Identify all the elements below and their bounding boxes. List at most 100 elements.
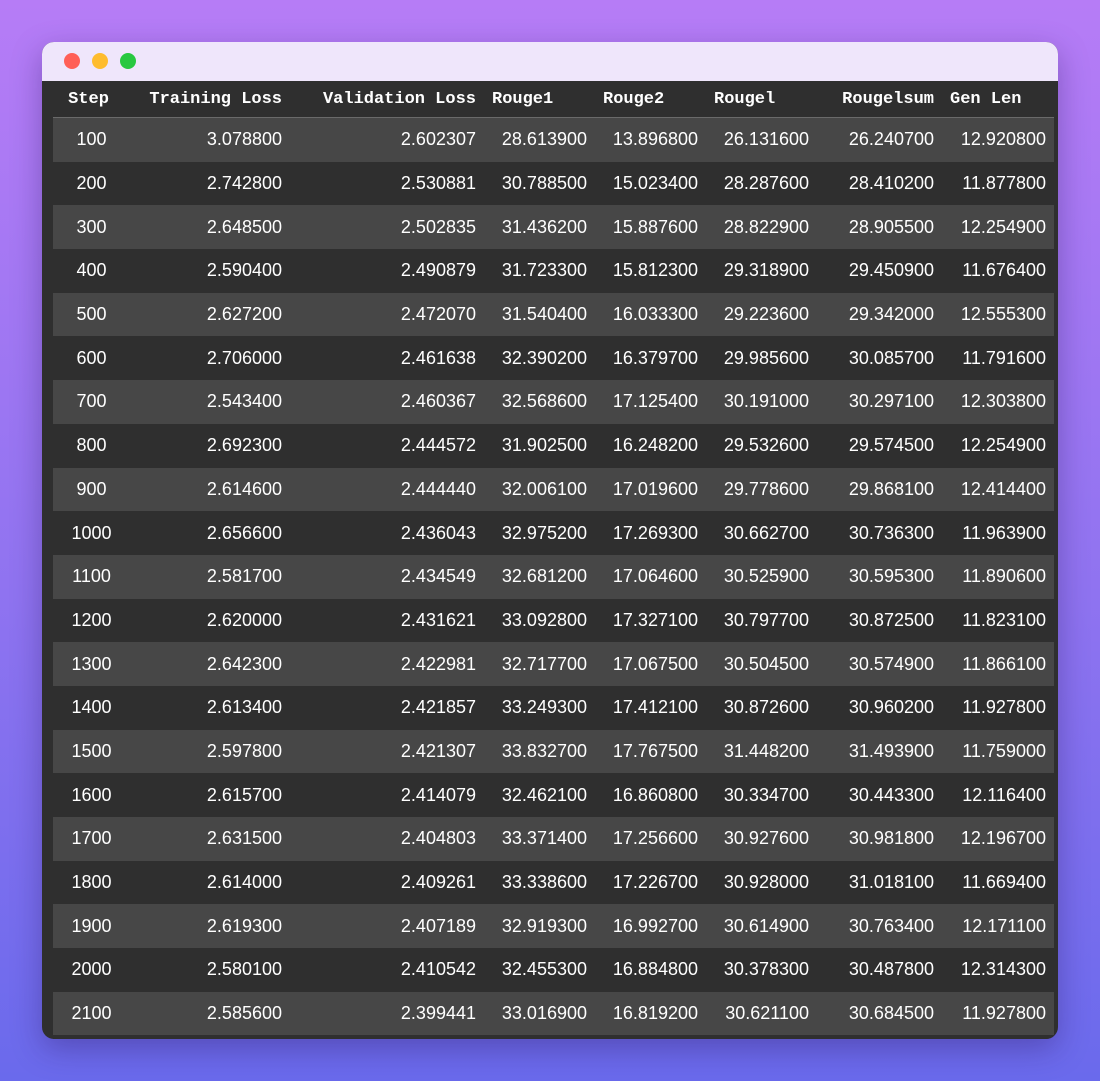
cell-rouge2: 16.992700 <box>612 915 698 936</box>
cell-rougelsum: 30.297100 <box>848 391 934 412</box>
cell-step: 2100 <box>71 1003 112 1024</box>
cell-rouge2: 17.327100 <box>612 609 698 630</box>
cell-rougelsum: 30.443300 <box>848 784 934 805</box>
cell-rougelsum: 30.960200 <box>848 697 934 718</box>
table-row[interactable]: 2000 2.580100 2.410542 32.455300 16.884800 30… <box>53 948 1054 992</box>
cell-training-loss: 2.656600 <box>206 522 282 543</box>
cell-step: 900 <box>76 478 107 499</box>
cell-rouge1: 32.975200 <box>501 522 587 543</box>
minimize-window-button[interactable] <box>92 53 108 69</box>
cell-rougelsum: 30.574900 <box>848 653 934 674</box>
cell-step: 200 <box>76 173 107 194</box>
cell-gen-len: 11.890600 <box>962 566 1046 587</box>
cell-gen-len: 12.196700 <box>960 828 1046 849</box>
table-row[interactable]: 1100 2.581700 2.434549 32.681200 17.064600 30… <box>53 554 1054 599</box>
cell-rouge1: 31.540400 <box>501 304 587 325</box>
column-header-training-loss[interactable]: Training Loss <box>118 81 290 118</box>
table-row[interactable]: 400 2.590400 2.490879 31.723300 15.812300 29.… <box>53 249 1054 293</box>
cell-rouge1: 30.788500 <box>501 173 587 194</box>
cell-rouge1: 33.249300 <box>501 697 587 718</box>
cell-validation-loss: 2.436043 <box>400 522 476 543</box>
table-row[interactable]: 1200 2.620000 2.431621 33.092800 17.327100 30… <box>53 598 1054 643</box>
cell-training-loss: 2.642300 <box>206 653 282 674</box>
table-row[interactable]: 1700 2.631500 2.404803 33.371400 17.256600 30… <box>53 817 1054 861</box>
cell-rougel: 29.778600 <box>723 478 809 499</box>
table-row[interactable]: 300 2.648500 2.502835 31.436200 15.887600 28.… <box>53 205 1054 250</box>
cell-validation-loss: 2.409261 <box>400 872 476 893</box>
table-row[interactable]: 900 2.614600 2.444440 32.006100 17.019600 29.… <box>53 467 1054 512</box>
table-header-row: Step Training Loss Validation Loss Rouge… <box>53 81 1054 118</box>
training-results-table: Step Training Loss Validation Loss Rouge… <box>53 81 1054 1036</box>
cell-rouge2: 16.248200 <box>612 435 698 456</box>
cell-rouge1: 31.723300 <box>501 260 587 281</box>
cell-rougelsum: 30.763400 <box>848 915 934 936</box>
cell-rougelsum: 31.493900 <box>848 740 934 761</box>
cell-step: 1600 <box>71 784 112 805</box>
cell-rougelsum: 30.736300 <box>848 522 934 543</box>
cell-rougel: 30.927600 <box>723 828 809 849</box>
close-window-button[interactable] <box>64 53 80 69</box>
column-header-rougelsum[interactable]: Rougelsum <box>817 81 942 118</box>
cell-rougelsum: 28.905500 <box>848 216 934 237</box>
cell-step: 1900 <box>71 915 112 936</box>
cell-validation-loss: 2.460367 <box>400 391 476 412</box>
cell-rouge2: 15.023400 <box>612 173 698 194</box>
table-row[interactable]: 1300 2.642300 2.422981 32.717700 17.067500 30… <box>53 642 1054 686</box>
cell-rouge1: 31.902500 <box>501 435 587 456</box>
cell-rouge1: 32.681200 <box>501 566 587 587</box>
table-row[interactable]: 1600 2.615700 2.414079 32.462100 16.860800 30… <box>53 773 1054 817</box>
cell-rougelsum: 29.868100 <box>848 478 934 499</box>
table-row[interactable]: 600 2.706000 2.461638 32.390200 16.379700 29.… <box>53 336 1054 381</box>
cell-rougelsum: 30.487800 <box>848 959 934 980</box>
cell-step: 300 <box>76 216 107 237</box>
table-row[interactable]: 800 2.692300 2.444572 31.902500 16.248200 29.… <box>53 423 1054 468</box>
table-row[interactable]: 2100 2.585600 2.399441 33.016900 16.819200 30… <box>53 991 1054 1036</box>
cell-gen-len: 11.927800 <box>962 1003 1046 1024</box>
cell-validation-loss: 2.444440 <box>400 478 476 499</box>
cell-rougel: 30.525900 <box>723 566 809 587</box>
column-header-validation-loss[interactable]: Validation Loss <box>290 81 484 118</box>
cell-rougelsum: 29.450900 <box>848 260 934 281</box>
cell-training-loss: 2.581700 <box>206 566 282 587</box>
column-header-rougel[interactable]: Rougel <box>706 81 817 118</box>
table-row[interactable]: 1400 2.613400 2.421857 33.249300 17.412100 30… <box>53 685 1054 730</box>
cell-step: 500 <box>76 304 107 325</box>
table-row[interactable]: 100 3.078800 2.602307 28.613900 13.896800 26.… <box>53 117 1054 162</box>
cell-step: 1700 <box>71 828 112 849</box>
cell-gen-len: 12.171100 <box>962 915 1046 936</box>
cell-training-loss: 2.614600 <box>206 478 282 499</box>
cell-gen-len: 11.877800 <box>962 173 1046 194</box>
cell-training-loss: 2.585600 <box>206 1003 282 1024</box>
table-row[interactable]: 200 2.742800 2.530881 30.788500 15.023400 28.… <box>53 161 1054 206</box>
column-header-rouge2[interactable]: Rouge2 <box>595 81 706 118</box>
table-row[interactable]: 1800 2.614000 2.409261 33.338600 17.226700 30… <box>53 860 1054 905</box>
cell-training-loss: 2.627200 <box>206 304 282 325</box>
maximize-window-button[interactable] <box>120 53 136 69</box>
column-header-gen-len[interactable]: Gen Len <box>942 81 1054 118</box>
cell-training-loss: 2.648500 <box>206 216 282 237</box>
cell-rougel: 29.318900 <box>723 260 809 281</box>
table-row[interactable]: 1500 2.597800 2.421307 33.832700 17.767500 31… <box>53 729 1054 774</box>
cell-rougel: 29.532600 <box>723 435 809 456</box>
cell-gen-len: 11.823100 <box>962 609 1046 630</box>
column-header-step[interactable]: Step <box>53 81 118 118</box>
cell-rougelsum: 28.410200 <box>848 173 934 194</box>
cell-rougel: 28.822900 <box>723 216 809 237</box>
table-row[interactable]: 1900 2.619300 2.407189 32.919300 16.992700 30… <box>53 904 1054 949</box>
cell-gen-len: 11.963900 <box>962 522 1046 543</box>
table-row[interactable]: 700 2.543400 2.460367 32.568600 17.125400 30.… <box>53 380 1054 424</box>
cell-rouge2: 15.887600 <box>612 216 698 237</box>
cell-gen-len: 12.303800 <box>960 391 1046 412</box>
table-row[interactable]: 500 2.627200 2.472070 31.540400 16.033300 29.… <box>53 292 1054 337</box>
cell-rougel: 30.614900 <box>723 915 809 936</box>
cell-validation-loss: 2.461638 <box>400 347 476 368</box>
cell-rougelsum: 30.595300 <box>848 566 934 587</box>
cell-rouge1: 28.613900 <box>501 129 587 150</box>
cell-rouge2: 17.067500 <box>612 653 698 674</box>
cell-gen-len: 12.254900 <box>960 435 1046 456</box>
table-row[interactable]: 1000 2.656600 2.436043 32.975200 17.269300 30… <box>53 511 1054 555</box>
cell-rougel: 26.131600 <box>723 129 809 150</box>
column-header-rouge1[interactable]: Rouge1 <box>484 81 595 118</box>
cell-rougel: 29.985600 <box>723 347 809 368</box>
cell-rougel: 30.872600 <box>723 697 809 718</box>
